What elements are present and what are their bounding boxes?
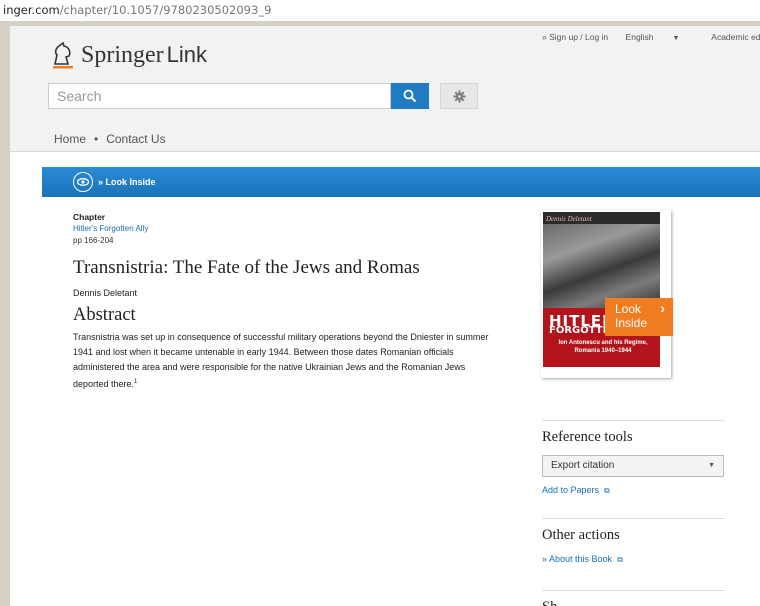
- export-citation-select[interactable]: Export citation ▼: [542, 455, 724, 477]
- url-host: inger.com: [3, 3, 60, 17]
- look-badge-label-2: Inside: [615, 316, 648, 330]
- export-citation-value: Export citation: [551, 460, 615, 471]
- author-name[interactable]: Dennis Deletant: [73, 288, 513, 298]
- about-book-link[interactable]: » About this Book ⧉: [542, 554, 725, 565]
- chevron-down-icon: ▼: [672, 35, 680, 42]
- nav-contact-link[interactable]: Contact Us: [106, 132, 165, 146]
- add-to-papers-label: Add to Papers: [542, 485, 600, 495]
- settings-button[interactable]: [440, 83, 478, 109]
- about-book-label: » About this Book: [542, 554, 613, 564]
- chevron-down-icon: ▼: [708, 462, 715, 469]
- url-path: /chapter/10.1057/9780230502093_9: [59, 3, 272, 17]
- external-link-icon: ⧉: [617, 555, 623, 564]
- language-label: English: [625, 32, 654, 42]
- abstract-heading: Abstract: [73, 305, 136, 325]
- top-links: » Sign up / Log in English ▼ Academic edi…: [542, 32, 760, 42]
- language-select[interactable]: English ▼: [626, 32, 695, 42]
- look-inside-bar[interactable]: » Look Inside: [42, 167, 760, 197]
- reference-tools-heading: Reference tools: [542, 429, 633, 445]
- chevron-right-icon: ›: [660, 300, 665, 316]
- chapter-type-label: Chapter: [73, 212, 106, 222]
- abstract-text: Transnistria was set up in consequence o…: [73, 330, 503, 392]
- edition-select[interactable]: Academic edition▼: [711, 32, 760, 42]
- share-heading: Sh: [542, 599, 725, 606]
- search-input[interactable]: Search: [48, 83, 391, 109]
- external-link-icon: ⧉: [604, 486, 610, 495]
- book-cover[interactable]: Dennis Deletant HITLER FORGOTTEN Ion Ant…: [541, 210, 671, 378]
- edition-label: Academic edition: [711, 32, 760, 42]
- site-header: Springer Link » Sign up / Log in English ▼…: [10, 26, 760, 152]
- signup-link[interactable]: » Sign up / Log in: [542, 32, 608, 42]
- breadcrumb-nav: Home • Contact Us: [54, 132, 166, 146]
- springer-logo[interactable]: Springer Link: [50, 38, 207, 72]
- chapter-title: Transnistria: The Fate of the Jews and R…: [73, 257, 420, 278]
- eye-icon: [73, 172, 93, 192]
- nav-home-link[interactable]: Home: [54, 132, 86, 146]
- look-inside-label: » Look Inside: [98, 177, 156, 187]
- brand-suffix: Link: [166, 41, 208, 67]
- cover-subtitle: Ion Antonescu and his Regime, Romania 19…: [558, 340, 648, 354]
- nav-separator: •: [94, 132, 99, 146]
- search-icon: [403, 89, 417, 103]
- other-actions-heading: Other actions: [542, 527, 620, 543]
- chapter-content: Chapter Hitler's Forgotten Ally pp 166-2…: [73, 212, 513, 392]
- search-button[interactable]: [391, 83, 429, 109]
- book-title-link[interactable]: Hitler's Forgotten Ally: [73, 224, 513, 233]
- address-bar[interactable]: inger.com/chapter/10.1057/9780230502093_…: [0, 0, 760, 22]
- cover-author: Dennis Deletant: [546, 215, 592, 223]
- cover-photo: [543, 224, 660, 308]
- brand-name: Springer: [81, 41, 164, 68]
- sidebar-divider: [542, 420, 725, 421]
- sidebar-divider: [542, 590, 725, 591]
- footnote-marker[interactable]: 1: [134, 379, 137, 385]
- look-inside-badge[interactable]: Look Inside ›: [605, 298, 673, 336]
- horse-chess-icon: [53, 41, 73, 69]
- sidebar-divider: [542, 518, 725, 519]
- add-to-papers-link[interactable]: Add to Papers ⧉: [542, 485, 725, 496]
- springer-page: Springer Link » Sign up / Log in English ▼…: [10, 26, 760, 606]
- gear-icon: [453, 90, 465, 102]
- page-range: pp 166-204: [73, 236, 114, 245]
